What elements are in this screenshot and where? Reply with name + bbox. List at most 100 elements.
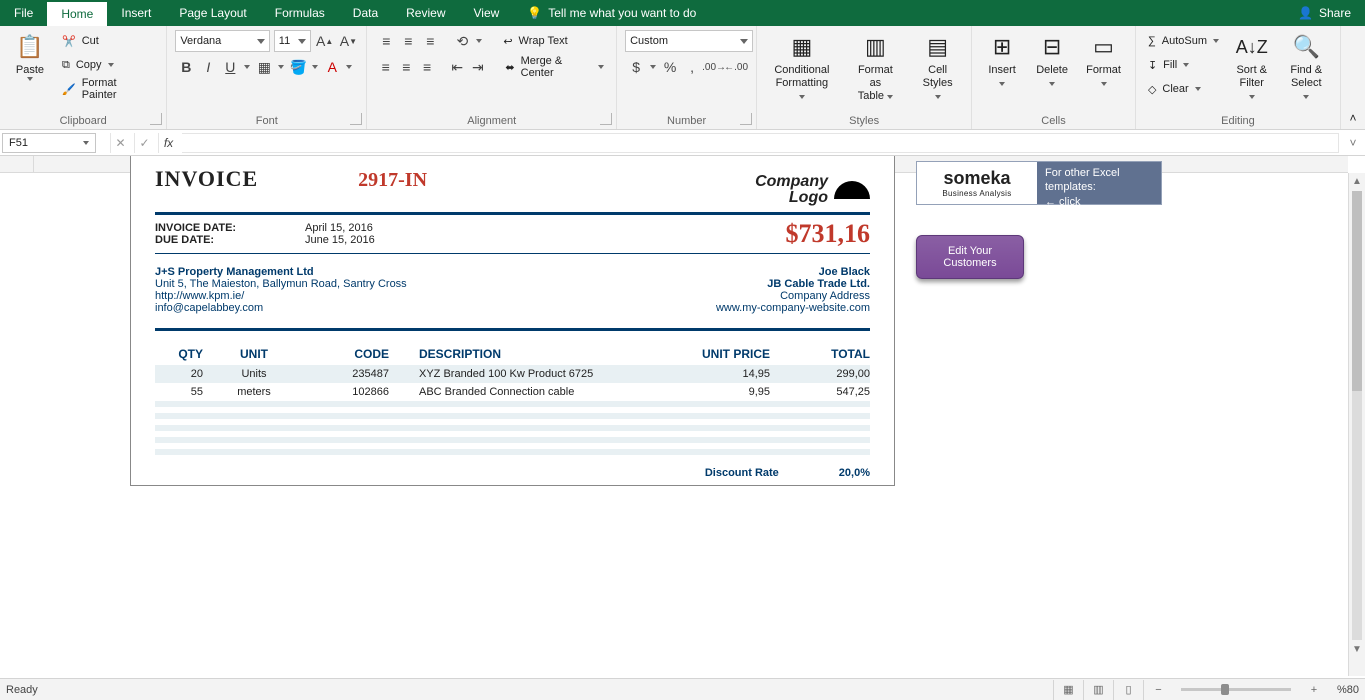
increase-indent-button[interactable]: ⇥	[468, 56, 489, 78]
caret-down-icon	[298, 39, 306, 44]
delete-cells-button[interactable]: ⊟Delete	[1030, 30, 1074, 112]
share-label: Share	[1319, 6, 1351, 20]
fill-color-button[interactable]: 🪣	[287, 56, 309, 78]
align-center-button[interactable]: ≡	[396, 56, 417, 78]
comma-format-button[interactable]: ,	[681, 56, 703, 78]
cancel-formula-button[interactable]: ✕	[110, 133, 130, 153]
align-middle-button[interactable]: ≡	[397, 30, 419, 52]
increase-font-button[interactable]: A▲	[315, 30, 335, 52]
scroll-track[interactable]	[1352, 191, 1362, 640]
dialog-launcher[interactable]	[600, 113, 612, 125]
select-all-triangle[interactable]	[0, 156, 34, 172]
orientation-menu[interactable]	[473, 30, 485, 52]
fill-color-menu[interactable]	[309, 56, 321, 78]
decrease-decimal-button[interactable]: ←.00	[725, 56, 747, 78]
enter-formula-button[interactable]: ✓	[134, 133, 154, 153]
collapse-ribbon-button[interactable]: ˄	[1341, 26, 1365, 129]
sender-info: J+S Property Management Ltd Unit 5, The …	[155, 266, 407, 314]
accounting-format-button[interactable]: $	[625, 56, 647, 78]
cell-styles-button[interactable]: ▤ CellStyles	[912, 30, 963, 112]
font-color-menu[interactable]	[343, 56, 355, 78]
tab-home[interactable]: Home	[47, 0, 107, 26]
borders-menu[interactable]	[275, 56, 287, 78]
caret-down-icon	[1249, 95, 1255, 99]
paste-button[interactable]: 📋 Paste	[8, 30, 52, 112]
align-bottom-button[interactable]: ≡	[419, 30, 441, 52]
discount-label: Discount Rate	[705, 467, 779, 479]
vertical-scrollbar[interactable]: ▲ ▼	[1348, 173, 1365, 676]
due-date: June 15, 2016	[305, 234, 375, 246]
tab-file[interactable]: File	[0, 0, 47, 26]
tab-data[interactable]: Data	[339, 0, 392, 26]
dialog-launcher[interactable]	[150, 113, 162, 125]
caret-down-icon	[1101, 82, 1107, 86]
zoom-level[interactable]: %80	[1337, 684, 1359, 696]
underline-button[interactable]: U	[219, 56, 241, 78]
merge-center-button[interactable]: ⬌Merge & Center	[501, 56, 608, 78]
conditional-formatting-button[interactable]: ▦ ConditionalFormatting	[765, 30, 839, 112]
formula-input[interactable]	[182, 133, 1339, 153]
align-right-button[interactable]: ≡	[417, 56, 438, 78]
decrease-font-button[interactable]: A▼	[339, 30, 359, 52]
zoom-out-button[interactable]: −	[1143, 680, 1173, 700]
format-painter-button[interactable]: 🖌️Format Painter	[58, 78, 158, 100]
group-label: Clipboard	[8, 112, 158, 129]
italic-button[interactable]: I	[197, 56, 219, 78]
expand-formula-bar[interactable]: ˅	[1343, 136, 1363, 150]
fill-button[interactable]: ↧Fill	[1144, 54, 1223, 76]
logo-swoosh-icon	[834, 181, 870, 199]
find-select-button[interactable]: 🔍Find &Select	[1280, 30, 1332, 112]
wrap-text-button[interactable]: ↩Wrap Text	[499, 30, 571, 52]
font-color-button[interactable]: A	[321, 56, 343, 78]
someka-banner[interactable]: someka Business Analysis For other Excel…	[916, 161, 1162, 205]
format-icon: ▭	[1089, 32, 1119, 62]
borders-button[interactable]: ▦	[253, 56, 275, 78]
increase-decimal-button[interactable]: .00→	[703, 56, 725, 78]
scroll-thumb[interactable]	[1352, 191, 1362, 391]
group-editing: ∑AutoSum ↧Fill ◇Clear A↓ZSort &Filter 🔍F…	[1136, 26, 1341, 129]
underline-menu[interactable]	[241, 56, 253, 78]
insert-function-button[interactable]: fx	[158, 133, 178, 153]
caret-down-icon	[799, 95, 805, 99]
font-name-select[interactable]: Verdana	[175, 30, 269, 52]
autosum-button[interactable]: ∑AutoSum	[1144, 30, 1223, 52]
tab-review[interactable]: Review	[392, 0, 459, 26]
caret-down-icon	[108, 63, 114, 67]
tab-page-layout[interactable]: Page Layout	[165, 0, 260, 26]
percent-format-button[interactable]: %	[659, 56, 681, 78]
sort-filter-button[interactable]: A↓ZSort &Filter	[1229, 30, 1274, 112]
decrease-indent-button[interactable]: ⇤	[447, 56, 468, 78]
worksheet-grid[interactable]: INVOICE 2917-IN CompanyLogo INVOICE DATE…	[0, 156, 1348, 676]
dialog-launcher[interactable]	[740, 113, 752, 125]
align-left-button[interactable]: ≡	[375, 56, 396, 78]
page-break-view-button[interactable]: ▯	[1113, 680, 1143, 700]
number-format-select[interactable]: Custom	[625, 30, 753, 52]
page-layout-view-button[interactable]: ▥	[1083, 680, 1113, 700]
scroll-up-arrow[interactable]: ▲	[1349, 173, 1365, 190]
align-top-button[interactable]: ≡	[375, 30, 397, 52]
sort-icon: A↓Z	[1237, 32, 1267, 62]
insert-cells-button[interactable]: ⊞Insert	[980, 30, 1024, 112]
format-cells-button[interactable]: ▭Format	[1080, 30, 1127, 112]
zoom-in-button[interactable]: +	[1299, 680, 1329, 700]
format-as-table-button[interactable]: ▥ Format asTable	[845, 30, 906, 112]
scroll-down-arrow[interactable]: ▼	[1349, 641, 1365, 658]
name-box[interactable]: F51	[2, 133, 96, 153]
cut-button[interactable]: ✂️Cut	[58, 30, 158, 52]
normal-view-button[interactable]: ▦	[1053, 680, 1083, 700]
font-size-select[interactable]: 11	[274, 30, 311, 52]
tab-formulas[interactable]: Formulas	[261, 0, 339, 26]
tab-insert[interactable]: Insert	[107, 0, 165, 26]
edit-customers-button[interactable]: Edit Your Customers	[916, 235, 1024, 279]
tab-view[interactable]: View	[460, 0, 514, 26]
zoom-slider[interactable]	[1181, 688, 1291, 691]
accounting-menu[interactable]	[647, 56, 659, 78]
dialog-launcher[interactable]	[350, 113, 362, 125]
zoom-knob[interactable]	[1221, 684, 1229, 695]
share-button[interactable]: 👤 Share	[1284, 0, 1365, 26]
orientation-button[interactable]: ⟲	[451, 30, 473, 52]
copy-button[interactable]: ⧉Copy	[58, 54, 158, 76]
tell-me-search[interactable]: 💡 Tell me what you want to do	[513, 0, 696, 26]
bold-button[interactable]: B	[175, 56, 197, 78]
clear-button[interactable]: ◇Clear	[1144, 78, 1223, 100]
